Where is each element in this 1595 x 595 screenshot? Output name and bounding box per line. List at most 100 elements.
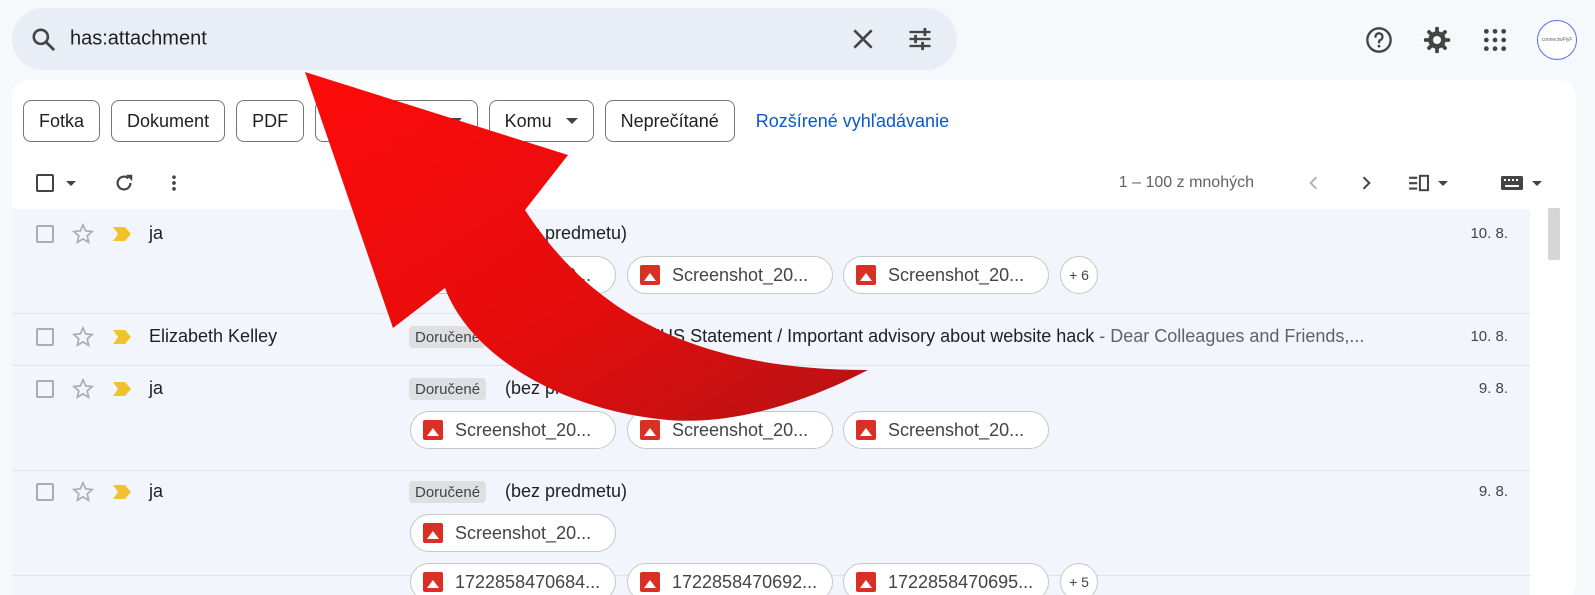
star-icon[interactable] <box>72 378 94 400</box>
attachment-chip[interactable]: Screenshot_20... <box>843 411 1049 449</box>
search-chips: Fotka Dokument PDF Odkiaľkoľvek Komu Nep… <box>23 100 949 142</box>
chip-from[interactable]: Odkiaľkoľvek <box>315 100 478 142</box>
attachment-name: Screenshot_20... <box>455 419 592 440</box>
caret-down-icon <box>565 118 578 124</box>
prev-page-icon[interactable] <box>1304 173 1324 193</box>
label-badge[interactable]: Doručené <box>409 326 487 348</box>
sender-name: ja <box>149 378 164 398</box>
table-row[interactable]: ja Doručené (bez predmetu) 9. 8. Screenshot_… <box>12 366 1530 471</box>
tune-icon[interactable] <box>906 25 934 53</box>
more-vert-icon[interactable] <box>164 173 184 193</box>
attachment-name: Screenshot_20... <box>672 264 809 285</box>
chip-photo[interactable]: Fotka <box>23 100 101 142</box>
select-all-checkbox[interactable] <box>36 174 76 192</box>
chip-label: Odkiaľkoľvek <box>331 110 436 131</box>
avatar-text: connectwFlyF <box>1541 37 1573 43</box>
input-tools-toggle[interactable] <box>1500 175 1542 191</box>
label-badge[interactable]: Doručené <box>409 481 487 503</box>
attachment-chip[interactable]: 1722858470695... <box>843 563 1049 595</box>
checkbox-icon <box>36 174 54 192</box>
search-bar[interactable]: has:attachment <box>12 8 957 70</box>
subject-line: (bez predmetu) <box>505 223 627 244</box>
chip-label: Komu <box>504 110 552 131</box>
chip-document[interactable]: Dokument <box>111 100 226 142</box>
refresh-icon[interactable] <box>113 172 135 194</box>
attachment-name: Screenshot_20... <box>888 264 1025 285</box>
attachment-chip[interactable]: Screenshot_20... <box>410 514 616 552</box>
more-attachments-badge[interactable]: + 5 <box>1060 563 1098 595</box>
image-file-icon <box>640 265 660 285</box>
keyboard-icon <box>1501 176 1523 190</box>
table-row[interactable]: ja Doručené (bez predmetu) 9. 8. Screenshot_… <box>12 471 1530 576</box>
chip-to[interactable]: Komu <box>488 100 594 142</box>
table-row[interactable]: ja (bez predmetu) 10. 8. Screenshot_20... Sc… <box>12 209 1530 314</box>
sender-name: Elizabeth Kelley <box>149 326 278 346</box>
sender-name: ja <box>149 223 164 243</box>
search-icon[interactable] <box>30 26 56 52</box>
chip-label: Dokument <box>127 110 210 131</box>
image-file-icon <box>423 420 443 440</box>
attachment-chip[interactable]: Screenshot_20... <box>843 256 1049 294</box>
star-icon[interactable] <box>72 481 94 503</box>
caret-down-icon <box>1532 180 1542 186</box>
gear-icon[interactable] <box>1421 24 1453 56</box>
more-attachments-badge[interactable]: + 6 <box>1060 256 1098 294</box>
top-icons: connectwFlyF <box>1363 20 1577 60</box>
chip-label: Fotka <box>39 110 85 131</box>
chip-label: Neprečítané <box>620 110 719 131</box>
star-icon[interactable] <box>72 326 94 348</box>
split-pane-toggle[interactable] <box>1408 174 1448 192</box>
attachment-chip[interactable]: 1722858470684... <box>410 563 616 595</box>
help-icon[interactable] <box>1363 24 1395 56</box>
next-page-icon[interactable] <box>1356 173 1376 193</box>
row-date: 10. 8. <box>1470 328 1508 345</box>
attachment-chip[interactable]: Screenshot_20... <box>627 411 833 449</box>
importance-marker-icon[interactable] <box>112 381 132 397</box>
label-badge[interactable]: Doručené <box>409 378 487 400</box>
caret-down-icon <box>66 180 76 186</box>
image-file-icon <box>640 420 660 440</box>
attachment-name: 1722858470684... <box>455 571 601 592</box>
advanced-search-link[interactable]: Rozšírené vyhľadávanie <box>756 111 949 132</box>
attachment-name: Screenshot_20... <box>455 522 592 543</box>
subject-line: ICE Statement / FEHS Statement / Importa… <box>505 326 1364 347</box>
row-date: 10. 8. <box>1470 225 1508 242</box>
subject-text: (bez predmetu) <box>505 481 628 501</box>
row-date: 9. 8. <box>1478 483 1508 500</box>
image-file-icon <box>423 265 443 285</box>
attachment-name: Screenshot_20... <box>455 264 592 285</box>
importance-marker-icon[interactable] <box>112 226 132 242</box>
subject-text: (bez predmetu) <box>505 378 628 398</box>
subject-line: (bez predmetu) <box>505 378 627 399</box>
snippet-text: - Dear Colleagues and Friends,... <box>1094 326 1365 346</box>
attachment-chip[interactable]: Screenshot_20... <box>410 256 616 294</box>
apps-grid-icon[interactable] <box>1479 24 1511 56</box>
search-input[interactable]: has:attachment <box>70 28 207 51</box>
table-row[interactable]: 1722858470684... 1722858470692... 17228584… <box>12 563 1530 595</box>
sender-name: ja <box>149 481 164 501</box>
image-file-icon <box>856 572 876 592</box>
close-icon[interactable] <box>850 26 876 52</box>
table-row[interactable]: Elizabeth Kelley Doručené ICE Statement / … <box>12 314 1530 366</box>
attachment-chip[interactable]: 1722858470692... <box>627 563 833 595</box>
image-file-icon <box>423 572 443 592</box>
image-file-icon <box>856 265 876 285</box>
scrollbar[interactable] <box>1548 208 1560 260</box>
row-checkbox[interactable] <box>36 483 54 501</box>
importance-marker-icon[interactable] <box>112 329 132 345</box>
attachment-chip[interactable]: Screenshot_20... <box>627 256 833 294</box>
caret-down-icon <box>1438 180 1448 186</box>
chip-pdf[interactable]: PDF <box>236 100 305 142</box>
subject-text: (bez predmetu) <box>505 223 628 243</box>
star-icon[interactable] <box>72 223 94 245</box>
chip-unread[interactable]: Neprečítané <box>604 100 735 142</box>
row-checkbox[interactable] <box>36 328 54 346</box>
pagination-count: 1 – 100 z mnohých <box>1118 174 1254 191</box>
importance-marker-icon[interactable] <box>112 484 132 500</box>
row-date: 9. 8. <box>1478 380 1508 397</box>
attachment-chip[interactable]: Screenshot_20... <box>410 411 616 449</box>
avatar[interactable]: connectwFlyF <box>1537 20 1577 60</box>
subject-line: (bez predmetu) <box>505 481 627 502</box>
row-checkbox[interactable] <box>36 380 54 398</box>
row-checkbox[interactable] <box>36 225 54 243</box>
